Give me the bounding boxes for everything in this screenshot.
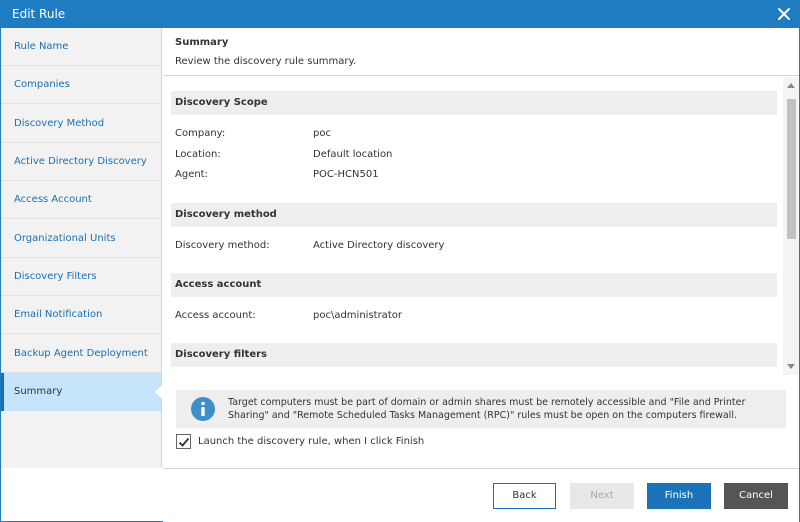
launch-rule-checkbox[interactable] [176, 434, 191, 449]
sidebar-item-label: Access Account [14, 194, 92, 205]
company-label: Company: [175, 128, 226, 139]
wizard-sidebar: Rule Name Companies Discovery Method Act… [1, 28, 162, 468]
agent-value: POC-HCN501 [313, 169, 379, 180]
finish-button[interactable]: Finish [647, 483, 711, 509]
cancel-button[interactable]: Cancel [724, 483, 788, 509]
sidebar-item-label: Email Notification [14, 309, 103, 320]
company-value: poc [313, 128, 331, 139]
sidebar-item-label: Discovery Method [14, 118, 105, 129]
page-title: Summary [175, 37, 229, 48]
section-discovery-method: Discovery method [171, 203, 777, 227]
sidebar-item-email-notification[interactable]: Email Notification [1, 296, 161, 334]
checkmark-icon [178, 437, 190, 447]
section-discovery-filters: Discovery filters [171, 343, 777, 367]
sidebar-item-backup-agent-deployment[interactable]: Backup Agent Deployment [1, 335, 161, 373]
sidebar-item-label: Companies [14, 79, 70, 90]
agent-label: Agent: [175, 169, 208, 180]
title-bar: Edit Rule [0, 0, 800, 28]
sidebar-item-access-account[interactable]: Access Account [1, 181, 161, 219]
section-title: Discovery Scope [175, 97, 268, 108]
close-icon[interactable] [774, 4, 794, 24]
sidebar-item-discovery-filters[interactable]: Discovery Filters [1, 258, 161, 296]
info-message: Target computers must be part of domain … [228, 397, 746, 421]
window-title: Edit Rule [12, 7, 66, 21]
step-header: Summary Review the discovery rule summar… [163, 28, 799, 76]
discovery-method-label: Discovery method: [175, 240, 270, 251]
page-subtitle: Review the discovery rule summary. [175, 56, 357, 67]
access-account-label: Access account: [175, 310, 256, 321]
scrollbar-thumb[interactable] [787, 99, 796, 239]
sidebar-item-rule-name[interactable]: Rule Name [1, 28, 161, 66]
sidebar-item-label: Organizational Units [14, 233, 116, 244]
sidebar-item-label: Discovery Filters [14, 271, 97, 282]
section-title: Access account [175, 279, 262, 290]
sidebar-item-companies[interactable]: Companies [1, 66, 161, 104]
location-label: Location: [175, 149, 221, 160]
sidebar-item-label: Summary [14, 386, 63, 397]
scroll-down-icon[interactable] [787, 364, 795, 369]
info-icon [190, 396, 216, 422]
wizard-footer: Back Next Finish Cancel [163, 468, 799, 522]
access-account-value: poc\administrator [313, 310, 402, 321]
section-title: Discovery method [175, 209, 277, 220]
section-access-account: Access account [171, 273, 777, 297]
vertical-scrollbar[interactable] [783, 77, 799, 375]
section-title: Discovery filters [175, 349, 267, 360]
discovery-method-value: Active Directory discovery [313, 240, 445, 251]
section-discovery-scope: Discovery Scope [171, 91, 777, 115]
next-button[interactable]: Next [570, 483, 634, 509]
back-button[interactable]: Back [493, 483, 556, 509]
launch-rule-label[interactable]: Launch the discovery rule, when I click … [198, 436, 424, 447]
sidebar-item-label: Rule Name [14, 41, 69, 52]
scroll-up-icon[interactable] [787, 83, 795, 88]
sidebar-item-organizational-units[interactable]: Organizational Units [1, 220, 161, 258]
dialog-body: Rule Name Companies Discovery Method Act… [0, 28, 800, 522]
summary-panel[interactable]: Discovery Scope Company: poc Location: D… [163, 77, 799, 375]
sidebar-item-summary[interactable]: Summary [1, 373, 162, 411]
sidebar-item-label: Backup Agent Deployment [14, 348, 148, 359]
sidebar-item-active-directory-discovery[interactable]: Active Directory Discovery [1, 143, 161, 181]
firewall-info-box: Target computers must be part of domain … [176, 390, 786, 428]
location-value: Default location [313, 149, 393, 160]
sidebar-item-label: Active Directory Discovery [14, 156, 147, 167]
sidebar-item-discovery-method[interactable]: Discovery Method [1, 105, 161, 143]
